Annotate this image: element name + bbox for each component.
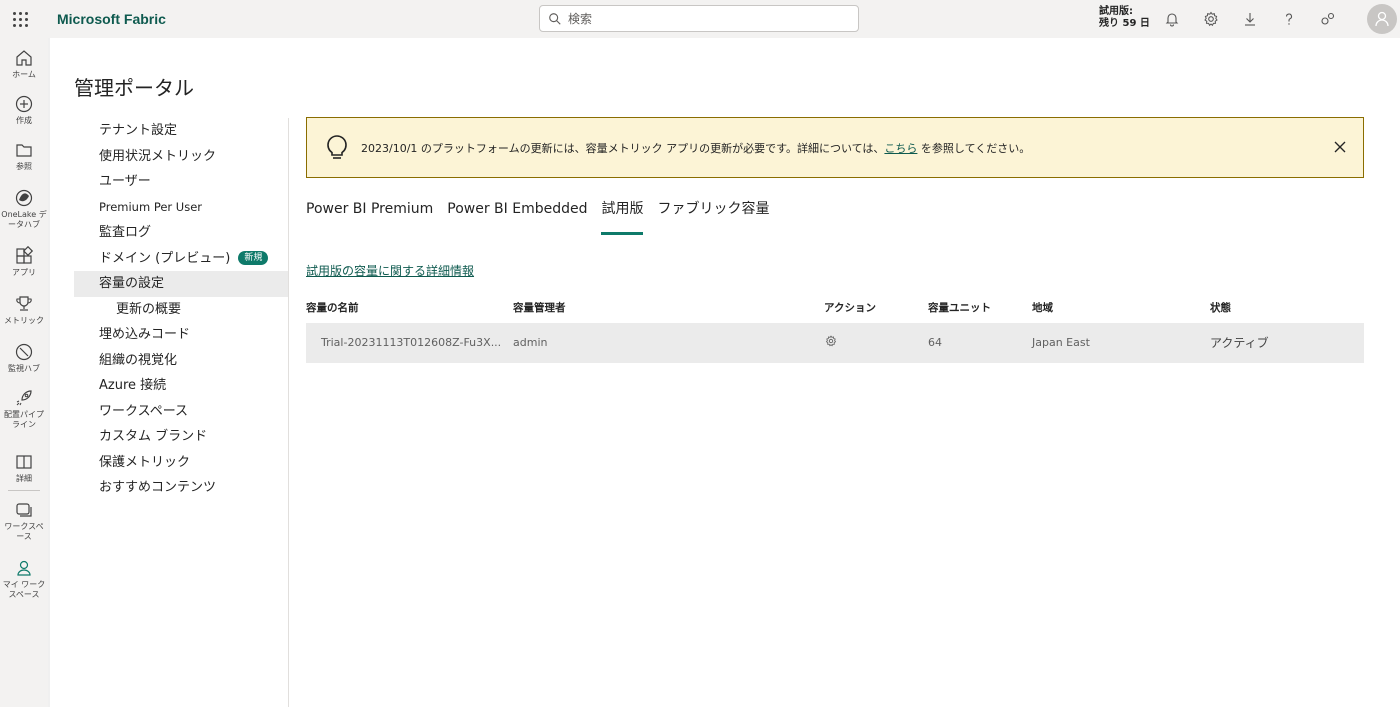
gear-icon[interactable] xyxy=(825,335,837,347)
rail-label: 詳細 xyxy=(16,474,32,483)
close-icon[interactable] xyxy=(1331,138,1349,156)
nav-item-org-visuals[interactable]: 組織の視覚化 xyxy=(74,348,289,374)
rail-item-browse[interactable]: 参照 xyxy=(0,140,48,172)
search-input[interactable]: 検索 xyxy=(539,5,859,32)
app-name[interactable]: Microsoft Fabric xyxy=(57,11,166,27)
top-bar: Microsoft Fabric 検索 試用版: 残り 59 日 xyxy=(0,0,1400,38)
person-icon xyxy=(17,560,31,576)
notice-banner: 2023/10/1 のプラットフォームの更新には、容量メトリック アプリの更新が… xyxy=(306,117,1364,178)
admin-nav: テナント設定 使用状況メトリック ユーザー Premium Per User 監… xyxy=(74,118,289,501)
search-icon xyxy=(549,12,561,25)
help-icon[interactable] xyxy=(1277,7,1301,31)
create-icon xyxy=(15,95,33,113)
rail-label: 参照 xyxy=(16,162,32,171)
new-badge: 新規 xyxy=(238,251,269,265)
browse-icon xyxy=(16,144,32,157)
column-header-region[interactable]: 地域 xyxy=(1032,300,1053,315)
rail-label: 監視ハブ xyxy=(8,364,40,373)
monitor-icon xyxy=(15,343,33,361)
capacity-region: Japan East xyxy=(1032,336,1090,349)
nav-item-azure-connections[interactable]: Azure 接続 xyxy=(74,373,289,399)
nav-item-custom-branding[interactable]: カスタム ブランド xyxy=(74,424,289,450)
rail-label: ホーム xyxy=(12,70,36,79)
trophy-icon xyxy=(16,296,32,311)
tab-fabric-capacity[interactable]: ファブリック容量 xyxy=(657,199,769,233)
nav-item-tenant-settings[interactable]: テナント設定 xyxy=(74,118,289,144)
rail-label: マイ ワーク スペース xyxy=(2,580,46,599)
column-header-units[interactable]: 容量ユニット xyxy=(928,300,991,315)
rail-item-home[interactable]: ホーム xyxy=(0,48,48,80)
rail-item-learn[interactable]: 詳細 xyxy=(0,452,48,484)
rail-item-workspaces[interactable]: ワークスペ ース xyxy=(0,500,48,542)
main-content: 管理ポータル テナント設定 使用状況メトリック ユーザー Premium Per… xyxy=(50,38,1400,707)
column-header-name[interactable]: 容量の名前 xyxy=(306,300,359,315)
rail-divider xyxy=(8,490,40,491)
trial-status[interactable]: 試用版: 残り 59 日 xyxy=(1099,6,1150,30)
banner-text: 2023/10/1 のプラットフォームの更新には、容量メトリック アプリの更新が… xyxy=(361,140,1030,156)
nav-item-audit-logs[interactable]: 監査ログ xyxy=(74,220,289,246)
nav-item-featured-content[interactable]: おすすめコンテンツ xyxy=(74,475,289,501)
rail-item-metrics[interactable]: メトリック xyxy=(0,294,48,326)
rail-label: ワークスペ ース xyxy=(4,522,44,541)
column-header-admin[interactable]: 容量管理者 xyxy=(513,300,566,315)
tab-power-bi-embedded[interactable]: Power BI Embedded xyxy=(447,199,587,233)
avatar[interactable] xyxy=(1367,4,1397,34)
nav-item-protection-metrics[interactable]: 保護メトリック xyxy=(74,450,289,476)
column-header-actions: アクション xyxy=(824,302,876,314)
capacity-admin: admin xyxy=(513,336,548,349)
workspaces-icon xyxy=(16,503,32,517)
rail-item-apps[interactable]: アプリ xyxy=(0,246,48,278)
nav-item-premium-per-user[interactable]: Premium Per User xyxy=(74,195,289,221)
home-icon xyxy=(16,50,32,66)
nav-item-workspaces[interactable]: ワークスペース xyxy=(74,399,289,425)
book-icon xyxy=(16,455,32,469)
banner-text-after: を参照してください。 xyxy=(917,141,1031,155)
rail-label: OneLake デ ータハブ xyxy=(1,210,47,229)
nav-item-label: ドメイン (プレビュー) xyxy=(99,250,231,266)
rocket-icon xyxy=(16,390,32,406)
trial-label: 試用版: xyxy=(1099,6,1133,17)
rail-label: アプリ xyxy=(12,268,36,277)
rail-label: 配置パイプ ライン xyxy=(4,410,44,429)
capacity-units: 64 xyxy=(928,336,942,349)
share-icon[interactable] xyxy=(1316,7,1340,31)
rail-item-onelake[interactable]: OneLake デ ータハブ xyxy=(0,188,48,230)
nav-item-embed-codes[interactable]: 埋め込みコード xyxy=(74,322,289,348)
bell-icon[interactable] xyxy=(1160,7,1184,31)
onelake-icon xyxy=(15,189,33,207)
nav-item-users[interactable]: ユーザー xyxy=(74,169,289,195)
nav-divider xyxy=(288,118,289,707)
rail-item-my-workspace[interactable]: マイ ワーク スペース xyxy=(0,558,48,600)
capacity-tabs: Power BI Premium Power BI Embedded 試用版 フ… xyxy=(306,199,783,235)
trial-remaining: 残り 59 日 xyxy=(1099,18,1150,29)
lightbulb-icon xyxy=(327,134,347,159)
capacity-name[interactable]: Trial-20231113T012608Z-Fu3X... xyxy=(321,336,501,349)
table-header: 容量の名前 容量管理者 アクション 容量ユニット 地域 状態 xyxy=(306,300,1364,320)
rail-item-monitor[interactable]: 監視ハブ xyxy=(0,342,48,374)
trial-capacity-details-link[interactable]: 試用版の容量に関する詳細情報 xyxy=(306,262,474,279)
search-placeholder: 検索 xyxy=(568,12,593,26)
table-row[interactable]: Trial-20231113T012608Z-Fu3X... admin 64 … xyxy=(306,323,1364,363)
page-title: 管理ポータル xyxy=(74,76,194,100)
app-launcher-icon[interactable] xyxy=(0,0,40,38)
download-icon[interactable] xyxy=(1238,7,1262,31)
gear-icon[interactable] xyxy=(1199,7,1223,31)
rail-item-deployment-pipelines[interactable]: 配置パイプ ライン xyxy=(0,388,48,430)
nav-item-domains[interactable]: ドメイン (プレビュー) 新規 xyxy=(74,246,289,272)
capacity-state: アクティブ xyxy=(1210,336,1269,350)
rail-label: 作成 xyxy=(16,116,32,125)
nav-item-capacity-settings[interactable]: 容量の設定 xyxy=(74,271,289,297)
apps-icon xyxy=(16,246,34,264)
rail-label: メトリック xyxy=(4,316,44,325)
nav-item-usage-metrics[interactable]: 使用状況メトリック xyxy=(74,144,289,170)
left-rail: ホーム 作成 参照 OneLake デ ータハブ アプリ メトリック 監視ハブ … xyxy=(0,38,48,707)
banner-text-before: 2023/10/1 のプラットフォームの更新には、容量メトリック アプリの更新が… xyxy=(361,141,885,155)
rail-item-create[interactable]: 作成 xyxy=(0,94,48,126)
banner-link[interactable]: こちら xyxy=(884,142,917,155)
column-header-state[interactable]: 状態 xyxy=(1210,300,1231,315)
tab-trial[interactable]: 試用版 xyxy=(601,199,644,235)
tab-power-bi-premium[interactable]: Power BI Premium xyxy=(306,199,433,233)
nav-item-refresh-summary[interactable]: 更新の概要 xyxy=(74,297,289,323)
